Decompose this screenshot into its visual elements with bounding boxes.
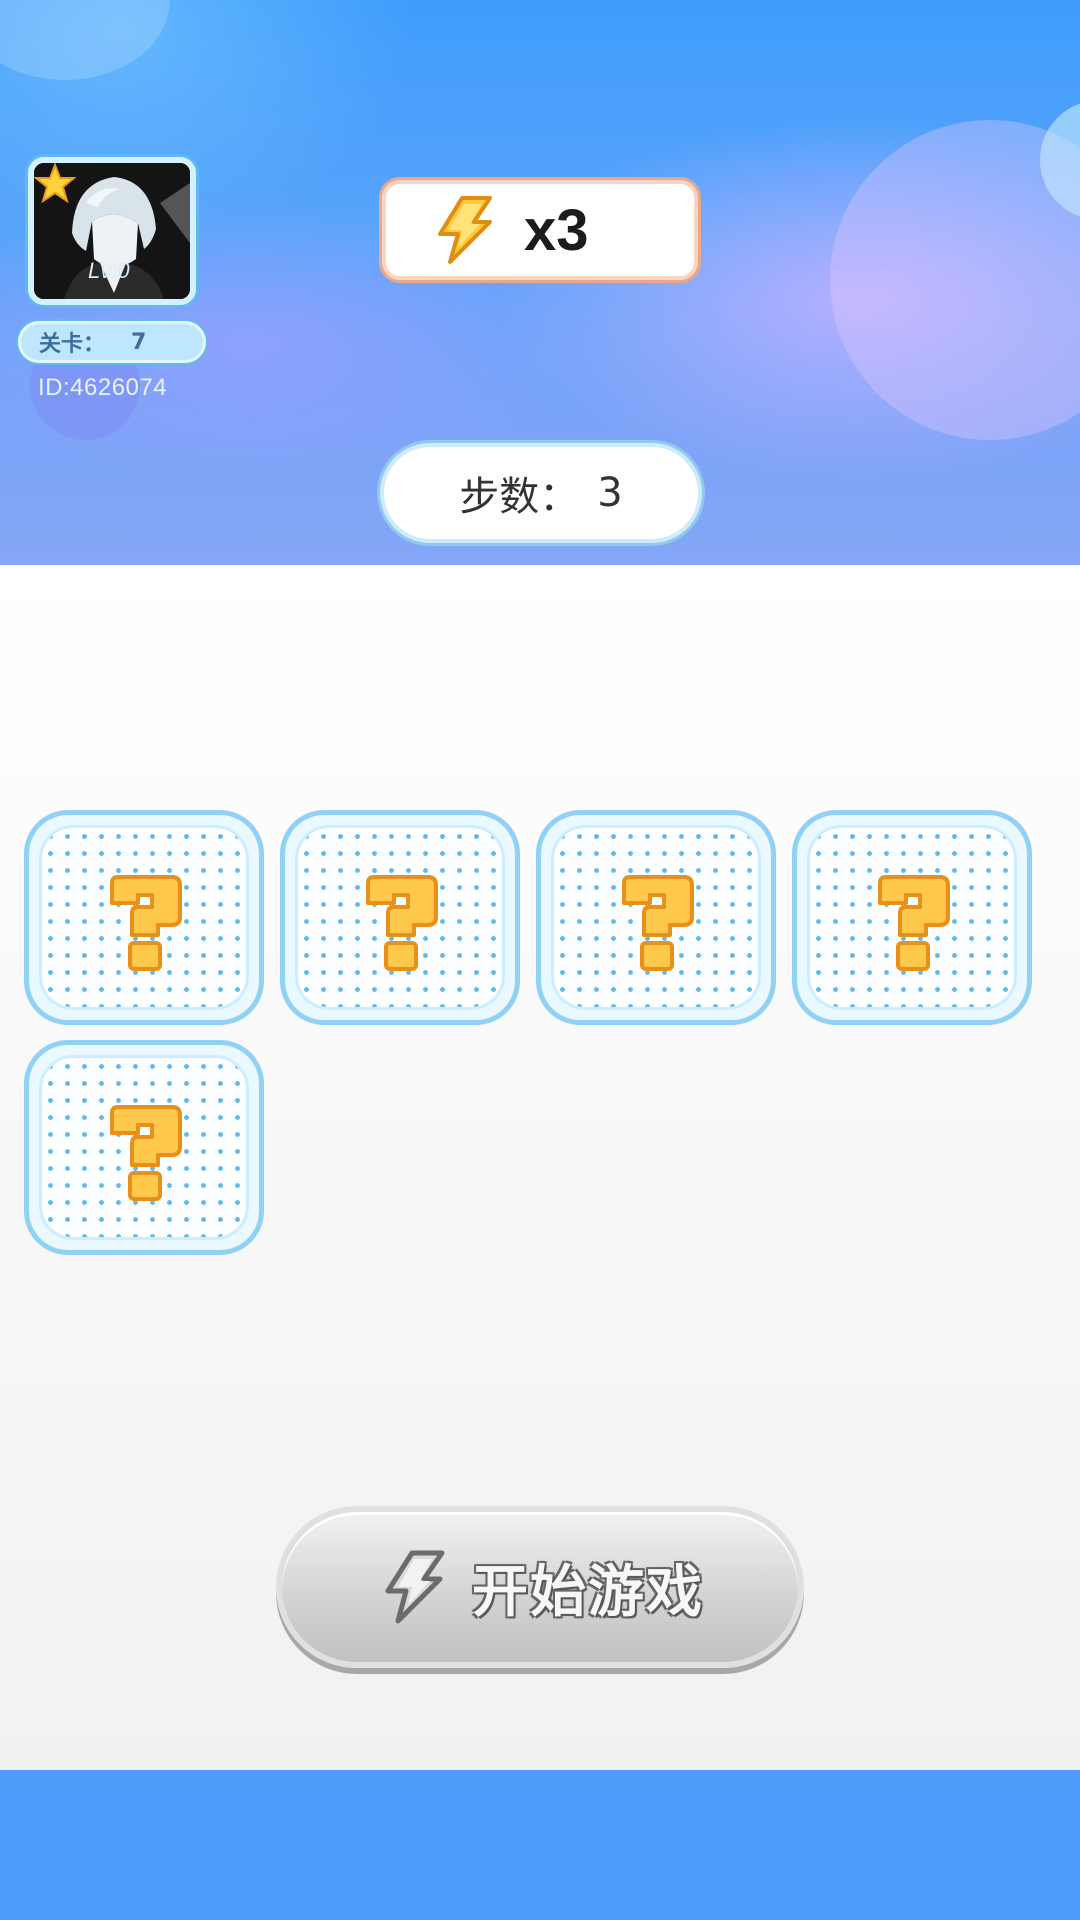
steps-label: 步数： bbox=[459, 474, 580, 520]
avatar[interactable]: Lv:0 bbox=[28, 157, 196, 305]
memory-card[interactable] bbox=[280, 810, 520, 1025]
energy-counter: x3 bbox=[382, 180, 698, 280]
memory-card[interactable] bbox=[536, 810, 776, 1025]
steps-value: 3 bbox=[597, 470, 623, 516]
lightning-icon bbox=[438, 196, 492, 264]
decor-bubble bbox=[0, 0, 170, 80]
stage-value: 7 bbox=[131, 329, 147, 355]
question-mark-icon bbox=[878, 875, 950, 971]
level-label: Lv:0 bbox=[88, 258, 130, 283]
start-game-button[interactable]: 开始游戏 bbox=[276, 1506, 804, 1668]
question-mark-icon bbox=[110, 875, 182, 971]
energy-value: x3 bbox=[524, 197, 589, 263]
memory-card[interactable] bbox=[24, 810, 264, 1025]
start-game-label: 开始游戏 bbox=[472, 1559, 704, 1625]
steps-counter: 步数： 3 bbox=[380, 443, 702, 543]
bottom-bar bbox=[0, 1770, 1080, 1920]
lightning-icon bbox=[385, 1550, 445, 1624]
question-mark-icon bbox=[366, 875, 438, 971]
stage-badge: 关卡： 7 bbox=[18, 321, 206, 363]
memory-card[interactable] bbox=[24, 1040, 264, 1255]
stage-label: 关卡： bbox=[39, 332, 106, 357]
star-icon bbox=[34, 163, 76, 203]
top-header: Lv:0 关卡： 7 ID:4626074 x3 步数： 3 bbox=[0, 0, 1080, 565]
question-mark-icon bbox=[622, 875, 694, 971]
memory-card[interactable] bbox=[792, 810, 1032, 1025]
user-id: ID:4626074 bbox=[38, 374, 168, 401]
question-mark-icon bbox=[110, 1105, 182, 1201]
